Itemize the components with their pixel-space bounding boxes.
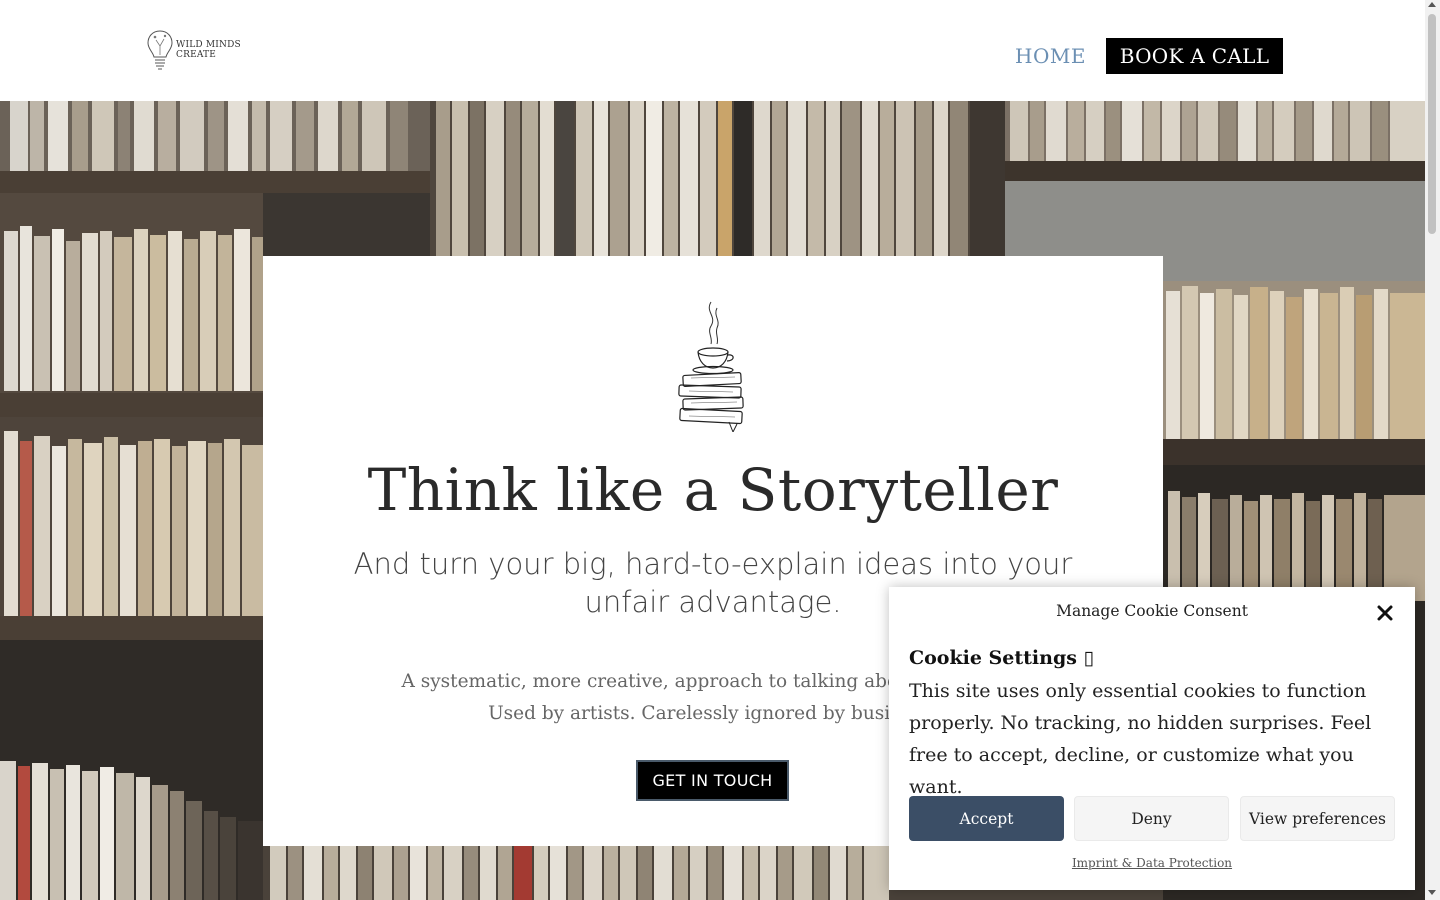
lightbulb-icon bbox=[147, 30, 173, 70]
scroll-up-arrow-icon[interactable] bbox=[1428, 2, 1436, 7]
deny-button[interactable]: Deny bbox=[1074, 796, 1229, 841]
close-icon[interactable] bbox=[1375, 603, 1395, 623]
site-logo[interactable]: WILD MINDS CREATE bbox=[146, 28, 246, 74]
get-in-touch-button[interactable]: GET IN TOUCH bbox=[636, 760, 789, 801]
hero-title: Think like a Storyteller bbox=[367, 456, 1059, 524]
site-header: WILD MINDS CREATE HOME BOOK A CALL bbox=[0, 0, 1425, 101]
cookie-dialog-heading: Manage Cookie Consent bbox=[1056, 602, 1248, 620]
books-top-left bbox=[0, 101, 430, 171]
page-scrollbar[interactable] bbox=[1425, 0, 1440, 900]
imprint-data-protection-link[interactable]: Imprint & Data Protection bbox=[889, 856, 1415, 870]
scroll-down-arrow-icon[interactable] bbox=[1428, 890, 1436, 895]
book-a-call-button[interactable]: BOOK A CALL bbox=[1106, 38, 1283, 74]
scrollbar-thumb[interactable] bbox=[1428, 14, 1436, 234]
accept-button[interactable]: Accept bbox=[909, 796, 1064, 841]
cookie-settings-title: Cookie Settings ▯ bbox=[909, 647, 1094, 669]
logo-text: WILD MINDS CREATE bbox=[176, 40, 241, 60]
view-preferences-button[interactable]: View preferences bbox=[1240, 796, 1395, 841]
nav-home-link[interactable]: HOME bbox=[1015, 44, 1086, 68]
cookie-consent-dialog: Manage Cookie Consent Cookie Settings ▯ … bbox=[889, 587, 1415, 890]
cookie-description: This site uses only essential cookies to… bbox=[909, 680, 1372, 798]
coffee-books-illustration bbox=[678, 301, 744, 432]
